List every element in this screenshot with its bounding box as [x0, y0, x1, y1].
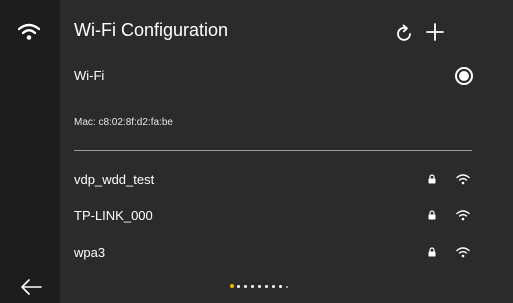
wifi-toggle[interactable]: [455, 67, 473, 85]
wifi-signal-icon: [456, 174, 470, 185]
page-dot[interactable]: [230, 284, 234, 288]
mac-address: Mac: c8:02:8f:d2:fa:be: [74, 117, 173, 128]
lock-icon: [428, 247, 436, 257]
network-ssid: wpa3: [74, 245, 106, 260]
page-dot[interactable]: [244, 285, 247, 288]
network-row[interactable]: vdp_wdd_test: [74, 168, 474, 192]
page-dot[interactable]: [237, 285, 240, 288]
lock-icon: [428, 210, 436, 220]
page-title: Wi-Fi Configuration: [74, 20, 229, 40]
wifi-icon[interactable]: [18, 23, 40, 41]
network-row[interactable]: TP-LINK_000: [74, 204, 474, 228]
page-dot[interactable]: [286, 285, 288, 288]
wifi-signal-icon: [456, 210, 470, 221]
network-ssid: TP-LINK_000: [74, 208, 153, 223]
left-rail: [0, 0, 60, 303]
wifi-label: Wi-Fi: [74, 68, 105, 83]
plus-icon[interactable]: [424, 21, 446, 43]
wifi-configuration-screen: Wi-Fi Configuration Wi-Fi Mac: c8:02:8f:…: [0, 0, 513, 303]
back-arrow-icon[interactable]: [19, 278, 43, 296]
refresh-icon[interactable]: [394, 23, 414, 43]
network-row[interactable]: wpa3: [74, 241, 474, 265]
page-indicator: [230, 284, 300, 290]
wifi-toggle-knob: [459, 71, 469, 81]
divider: [74, 150, 472, 151]
page-dot[interactable]: [251, 285, 254, 288]
page-dot[interactable]: [258, 285, 261, 288]
network-ssid: vdp_wdd_test: [74, 172, 155, 187]
page-dot[interactable]: [279, 285, 282, 288]
lock-icon: [428, 174, 436, 184]
page-dot[interactable]: [265, 285, 268, 288]
wifi-signal-icon: [456, 247, 470, 258]
page-dot[interactable]: [272, 285, 275, 288]
